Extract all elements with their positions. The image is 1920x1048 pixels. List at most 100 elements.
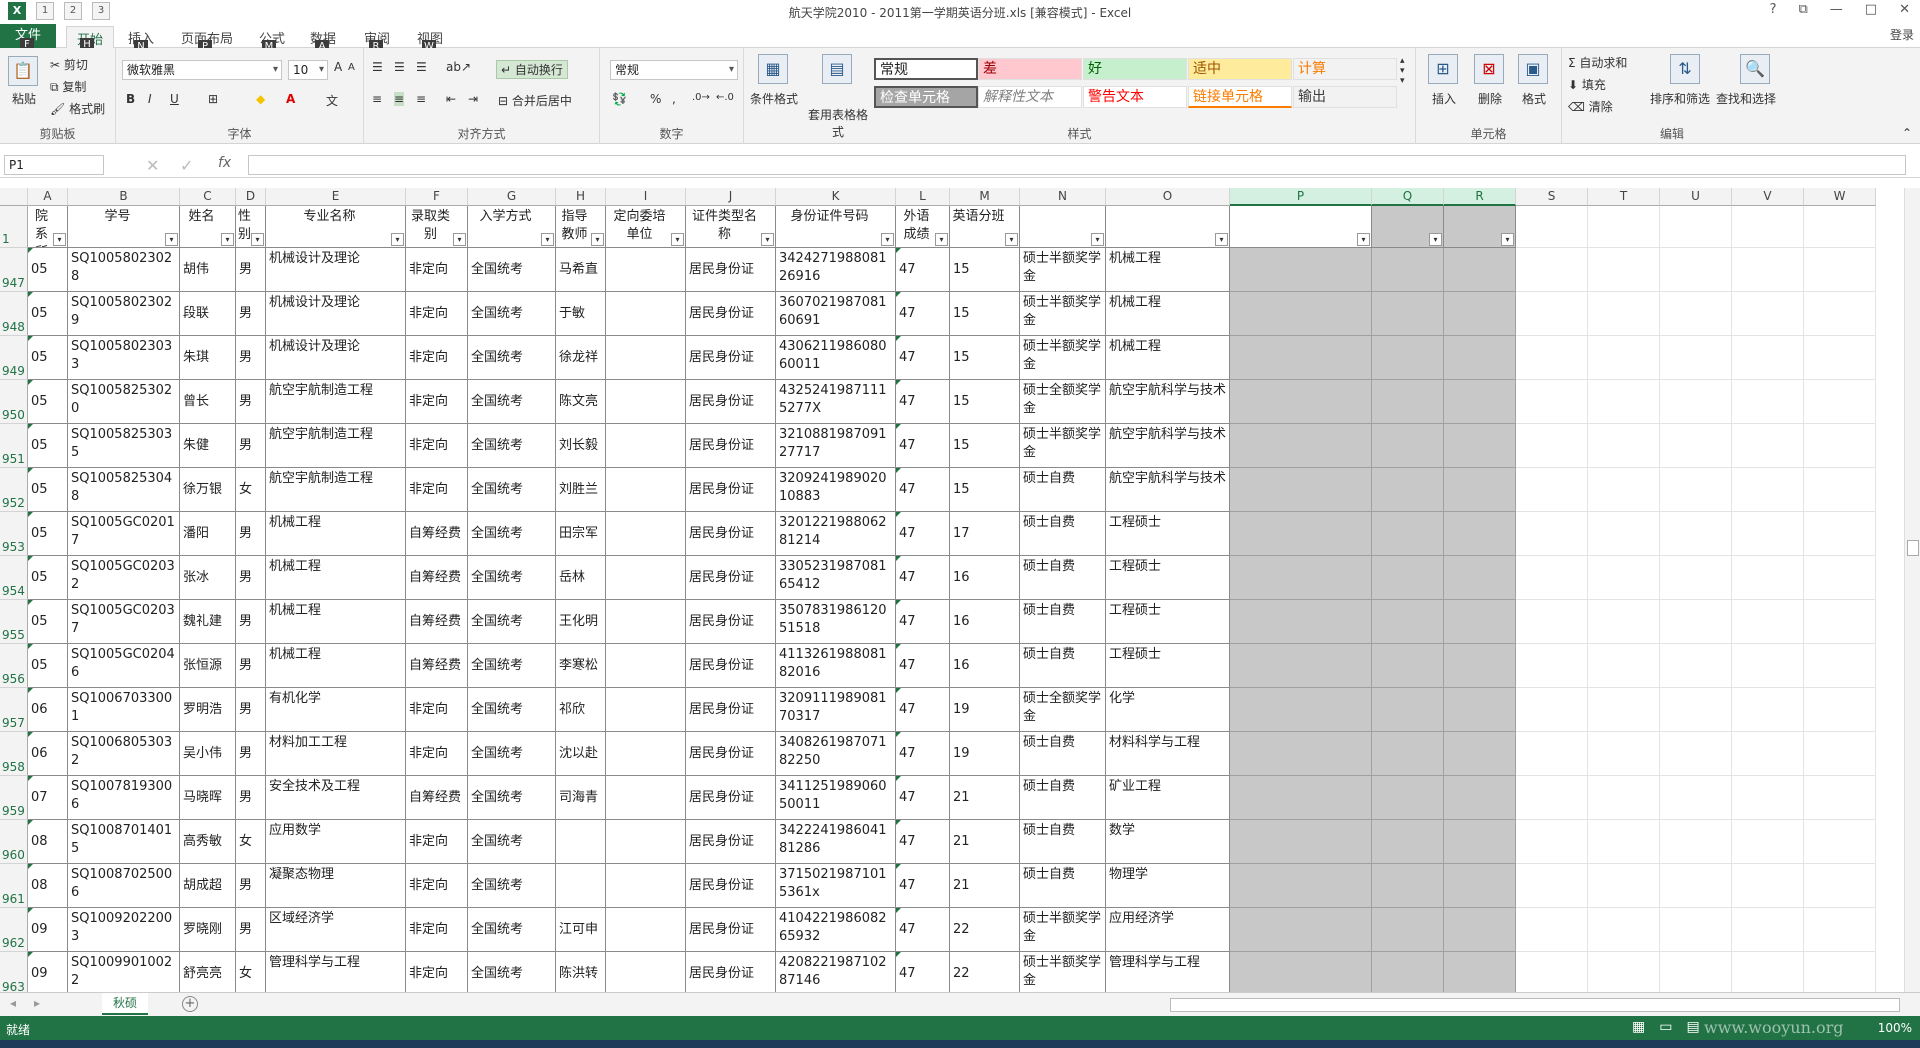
cell-a[interactable]: 05 (28, 556, 68, 600)
sort-filter-icon[interactable]: ⇅ (1670, 54, 1700, 84)
italic-button[interactable]: I (148, 92, 152, 106)
cell-a[interactable]: 07 (28, 776, 68, 820)
cell-j[interactable]: 居民身份证 (686, 952, 776, 992)
filter-dropdown-icon[interactable]: ▾ (761, 233, 774, 246)
cell-m[interactable]: 22 (950, 952, 1020, 992)
cell-s[interactable] (1516, 908, 1588, 952)
cell-p[interactable] (1230, 864, 1372, 908)
cell-d[interactable]: 男 (236, 512, 266, 556)
cell-k[interactable]: 320924198902010883 (776, 468, 896, 512)
cell-u[interactable] (1660, 380, 1732, 424)
cell-v[interactable] (1732, 248, 1804, 292)
cell-q[interactable] (1372, 688, 1444, 732)
cell-c[interactable]: 胡成超 (180, 864, 236, 908)
cell-q[interactable] (1372, 468, 1444, 512)
cell-u[interactable] (1660, 336, 1732, 380)
cell-i[interactable] (606, 380, 686, 424)
cell-a[interactable]: 09 (28, 952, 68, 992)
align-center-icon[interactable]: ≡ (394, 92, 405, 106)
select-all-corner[interactable] (0, 188, 28, 206)
cut-button[interactable]: ✂ 剪切 (50, 56, 88, 73)
cell-e[interactable]: 机械工程 (266, 644, 406, 688)
cell-d[interactable]: 男 (236, 248, 266, 292)
cell-v[interactable] (1732, 776, 1804, 820)
cell-r[interactable] (1444, 600, 1516, 644)
cell-l[interactable]: 47 (896, 688, 950, 732)
row-header[interactable]: 958 (0, 732, 28, 776)
cell-d[interactable]: 男 (236, 380, 266, 424)
cell-d[interactable]: 男 (236, 688, 266, 732)
column-header-e[interactable]: E (266, 188, 406, 206)
format-painter-button[interactable]: 🖌 格式刷 (50, 100, 105, 117)
cell-style-2[interactable]: 好 (1083, 58, 1187, 80)
column-title-p[interactable]: ▾ (1230, 206, 1372, 248)
cell-a[interactable]: 05 (28, 600, 68, 644)
cell-m[interactable]: 15 (950, 248, 1020, 292)
column-header-j[interactable]: J (686, 188, 776, 206)
cell-n[interactable]: 硕士半额奖学金 (1020, 248, 1106, 292)
cell-k[interactable]: 341125198906050011 (776, 776, 896, 820)
cell-c[interactable]: 徐万银 (180, 468, 236, 512)
cell-f[interactable]: 非定向 (406, 688, 468, 732)
cell-i[interactable] (606, 292, 686, 336)
cell-r[interactable] (1444, 908, 1516, 952)
cell-c[interactable]: 段联 (180, 292, 236, 336)
cell[interactable] (1732, 206, 1804, 248)
column-title-m[interactable]: 英语分班 ▾ (950, 206, 1020, 248)
normal-view-icon[interactable]: ▦ (1632, 1019, 1645, 1035)
cell-j[interactable]: 居民身份证 (686, 688, 776, 732)
column-header-q[interactable]: Q (1372, 188, 1444, 206)
cell-e[interactable]: 区域经济学 (266, 908, 406, 952)
cell-f[interactable]: 非定向 (406, 248, 468, 292)
cell-i[interactable] (606, 864, 686, 908)
enter-icon[interactable]: ✓ (180, 156, 193, 175)
cell-i[interactable] (606, 952, 686, 992)
cell-g[interactable]: 全国统考 (468, 336, 556, 380)
cell-c[interactable]: 马晓晖 (180, 776, 236, 820)
cell-i[interactable] (606, 908, 686, 952)
collapse-ribbon-icon[interactable]: ⌃ (1902, 126, 1912, 140)
cell-p[interactable] (1230, 424, 1372, 468)
cell[interactable] (1660, 206, 1732, 248)
cell-q[interactable] (1372, 952, 1444, 992)
cell-p[interactable] (1230, 688, 1372, 732)
cell-t[interactable] (1588, 292, 1660, 336)
cell-j[interactable]: 居民身份证 (686, 556, 776, 600)
cell-u[interactable] (1660, 688, 1732, 732)
cell-p[interactable] (1230, 908, 1372, 952)
cell-h[interactable]: 陈洪转 (556, 952, 606, 992)
cell-k[interactable]: 342224198604181286 (776, 820, 896, 864)
cell-h[interactable]: 岳林 (556, 556, 606, 600)
column-title-r[interactable]: ▾ (1444, 206, 1516, 248)
cell-a[interactable]: 08 (28, 864, 68, 908)
cell-s[interactable] (1516, 512, 1588, 556)
cell-p[interactable] (1230, 952, 1372, 992)
cell-l[interactable]: 47 (896, 424, 950, 468)
cell-f[interactable]: 自筹经费 (406, 556, 468, 600)
cell-k[interactable]: 430621198608060011 (776, 336, 896, 380)
cell-q[interactable] (1372, 292, 1444, 336)
column-header-a[interactable]: A (28, 188, 68, 206)
cell-f[interactable]: 非定向 (406, 952, 468, 992)
cell-j[interactable]: 居民身份证 (686, 424, 776, 468)
cell-s[interactable] (1516, 732, 1588, 776)
column-header-o[interactable]: O (1106, 188, 1230, 206)
accounting-icon[interactable]: 💱 (612, 92, 627, 106)
cell-r[interactable] (1444, 644, 1516, 688)
column-title-j[interactable]: 证件类型名称 ▾ (686, 206, 776, 248)
row-header[interactable]: 947 (0, 248, 28, 292)
cell-m[interactable]: 16 (950, 600, 1020, 644)
row-header[interactable]: 948 (0, 292, 28, 336)
cell-n[interactable]: 硕士半额奖学金 (1020, 908, 1106, 952)
cell-g[interactable]: 全国统考 (468, 820, 556, 864)
cell-c[interactable]: 罗明浩 (180, 688, 236, 732)
cell-w[interactable] (1804, 556, 1876, 600)
cell-p[interactable] (1230, 512, 1372, 556)
row-header[interactable]: 953 (0, 512, 28, 556)
merge-center-button[interactable]: ⊟ 合并后居中 (498, 92, 572, 109)
paste-button[interactable]: 粘贴 (12, 90, 36, 107)
cell-r[interactable] (1444, 688, 1516, 732)
cell-k[interactable]: 340826198707182250 (776, 732, 896, 776)
cell-r[interactable] (1444, 336, 1516, 380)
cell-t[interactable] (1588, 952, 1660, 992)
